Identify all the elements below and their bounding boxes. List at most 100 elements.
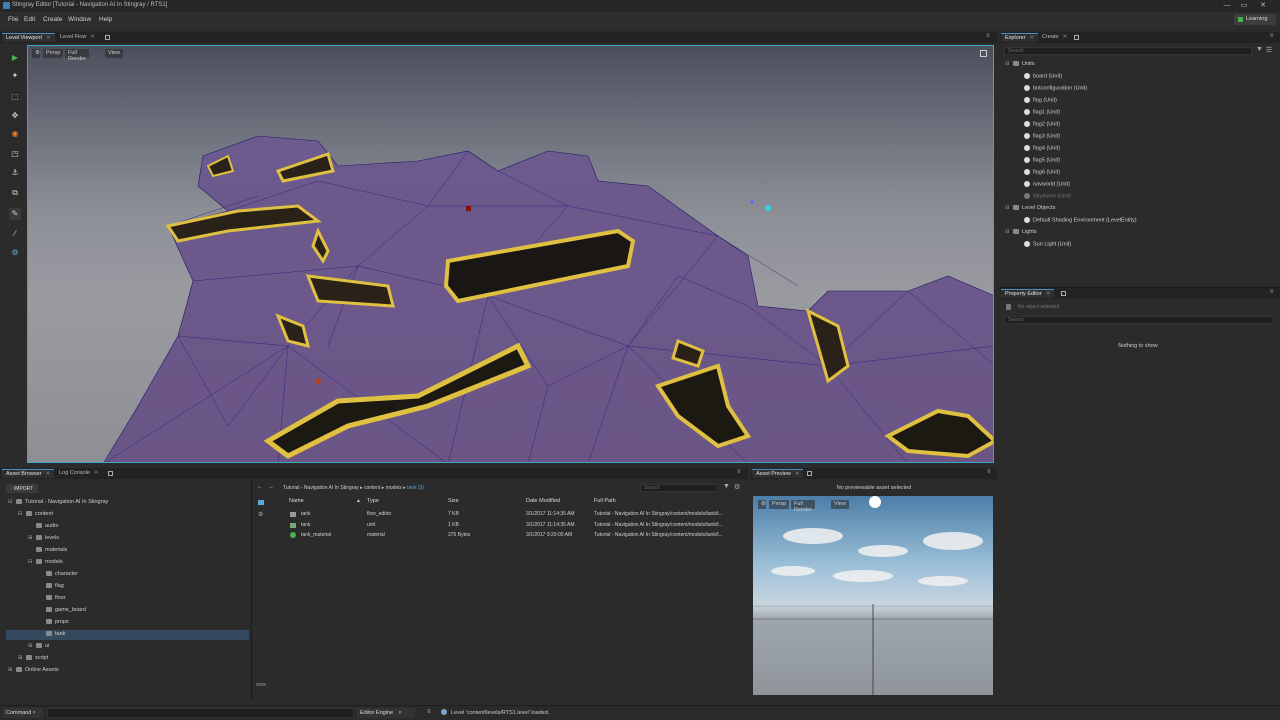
column-date[interactable]: Date Modified [526,498,560,504]
tree-item[interactable]: flag6 (Unit) [1024,169,1060,180]
asset-tree-folder[interactable]: floor [38,595,66,606]
asset-search-input[interactable]: Search [640,484,718,492]
tree-item[interactable]: flag4 (Unit) [1024,145,1060,156]
play-icon[interactable]: ▶ [9,52,21,64]
menu-file[interactable]: File [8,16,18,23]
level-viewport[interactable] [27,45,994,463]
tab-property-editor[interactable]: Property Editor ✕ [1001,289,1055,298]
tree-item[interactable]: Sun Light (Unit) [1024,241,1071,252]
new-tab-icon[interactable] [1061,291,1066,296]
asset-tree-folder[interactable]: ⊞ script [18,655,48,666]
column-name[interactable]: Name [289,498,304,504]
maximize-button[interactable]: ▭ [1239,1,1249,10]
new-tab-icon[interactable] [108,471,113,476]
tree-item[interactable]: Skydome (Unit) [1024,193,1071,204]
menu-create[interactable]: Create [43,16,63,23]
tab-explorer[interactable]: Explorer ✕ [1001,33,1039,42]
column-type[interactable]: Type [367,498,379,504]
new-tab-icon[interactable] [1074,35,1079,40]
back-icon[interactable]: ← [257,484,263,490]
tab-asset-preview[interactable]: Asset Preview ✕ [752,469,804,478]
preview-full-render-button[interactable]: Full Render [791,500,816,513]
gamepad-icon[interactable]: ✦ [9,70,21,82]
preview-settings-icon[interactable]: ⚙ [758,500,766,509]
paint-tool-icon[interactable]: ✎ [9,208,21,220]
snap-tool-icon[interactable]: ⧉ [9,187,21,199]
asset-tree-folder[interactable]: character [38,571,78,582]
panel-menu-icon[interactable]: ≡ [1270,33,1274,39]
brush-tool-icon[interactable]: ⁄ [9,228,21,240]
folder-view-icon[interactable] [258,500,264,505]
import-button[interactable]: ↓ IMPORT [6,484,38,493]
tree-group-units[interactable]: ⊟ Units [1005,61,1035,72]
tab-level-viewport[interactable]: Level Viewport ✕ [2,33,55,42]
tree-item[interactable]: flag1 (Unit) [1024,109,1060,120]
learning-button[interactable]: Learning [1234,14,1276,25]
forward-icon[interactable]: → [268,484,274,490]
tree-group-level-objects[interactable]: ⊟ Level Objects [1005,205,1055,216]
view-button[interactable]: View [105,49,123,58]
viewport-settings-icon[interactable]: ⚙ [32,49,40,58]
zoom-slider[interactable] [256,683,266,686]
panel-menu-icon[interactable]: ≡ [986,33,990,39]
asset-tree-folder[interactable]: game_board [38,607,86,618]
preview-viewport[interactable] [753,496,993,695]
asset-tree-folder-selected[interactable]: tank [38,631,65,642]
tree-options-icon[interactable]: ☰ [1266,46,1272,54]
table-row[interactable]: tank flow_editor 7 KB 3/1/2017 11:14:35 … [262,509,746,519]
tree-group-lights[interactable]: ⊟ Lights [1005,229,1037,240]
asset-tree-folder[interactable]: audio [28,523,58,534]
breadcrumb[interactable]: Tutorial - Navigation AI In Stingray ▸ c… [283,485,424,491]
tree-item[interactable]: board (Unit) [1024,73,1062,84]
rotate-tool-icon[interactable]: ◉ [9,128,21,140]
panel-menu-icon[interactable]: ≡ [987,469,991,475]
settings-tool-icon[interactable]: ⚙ [9,247,21,259]
preview-view-button[interactable]: View [831,500,849,509]
tree-item[interactable]: flag (Unit) [1024,97,1057,108]
tree-item[interactable]: flag3 (Unit) [1024,133,1060,144]
menu-help[interactable]: Help [99,16,112,23]
property-search-input[interactable]: Search [1004,316,1274,324]
minimize-button[interactable]: — [1222,1,1232,10]
asset-tree-folder[interactable]: ⊟ models [28,559,63,570]
tree-item[interactable]: botconfiguration (Unit) [1024,85,1087,96]
new-tab-icon[interactable] [105,35,110,40]
tab-create[interactable]: Create ✕ [1038,33,1071,42]
maximize-viewport-icon[interactable] [980,50,987,57]
asset-tree-folder[interactable]: flag [38,583,64,594]
asset-tree-folder[interactable]: ⊞ ui [28,643,49,654]
column-size[interactable]: Size [448,498,459,504]
log-icon[interactable]: ≡ [427,709,431,715]
tree-item[interactable]: flag2 (Unit) [1024,121,1060,132]
command-dropdown[interactable]: Command ▾ [3,708,43,718]
persp-button[interactable]: Persp [43,49,64,58]
menu-window[interactable]: Window [68,16,91,23]
asset-tree-folder[interactable]: ⊞ levels [28,535,59,546]
place-tool-icon[interactable]: ⚓ [9,167,21,179]
select-tool-icon[interactable]: ⬚ [9,91,21,103]
close-button[interactable]: ✕ [1258,1,1268,10]
filter-icon[interactable]: ▼ [1256,46,1263,53]
engine-dropdown[interactable]: Editor Engine ▾ [357,708,415,718]
asset-tree-folder[interactable]: props [38,619,69,630]
tab-level-flow[interactable]: Level Flow ✕ [56,33,99,42]
move-tool-icon[interactable]: ✥ [9,110,21,122]
asset-tree-online[interactable]: ⊞ Online Assets [8,667,59,678]
table-row[interactable]: tank_material material 375 Bytes 3/1/201… [262,530,746,540]
new-tab-icon[interactable] [807,471,812,476]
asset-tree-root[interactable]: ⊟ Tutorial - Navigation AI In Stingray [8,499,108,510]
filter-icon[interactable]: ▼ [723,483,730,490]
scale-tool-icon[interactable]: ◳ [9,148,21,160]
tab-asset-browser[interactable]: Asset Browser ✕ [2,469,55,478]
command-input[interactable] [47,708,354,718]
panel-menu-icon[interactable]: ≡ [737,469,741,475]
panel-menu-icon[interactable]: ≡ [1270,289,1274,295]
asset-tree-folder[interactable]: ⊟ content [18,511,53,522]
tree-item[interactable]: flag5 (Unit) [1024,157,1060,168]
splitter[interactable] [251,480,252,700]
preview-persp-button[interactable]: Persp [769,500,790,509]
menu-edit[interactable]: Edit [24,16,35,23]
tree-item[interactable]: Default Shading Environment (LevelEntity… [1024,217,1137,228]
tab-log-console[interactable]: Log Console ✕ [55,469,103,478]
settings-icon[interactable]: ⚙ [734,483,740,491]
